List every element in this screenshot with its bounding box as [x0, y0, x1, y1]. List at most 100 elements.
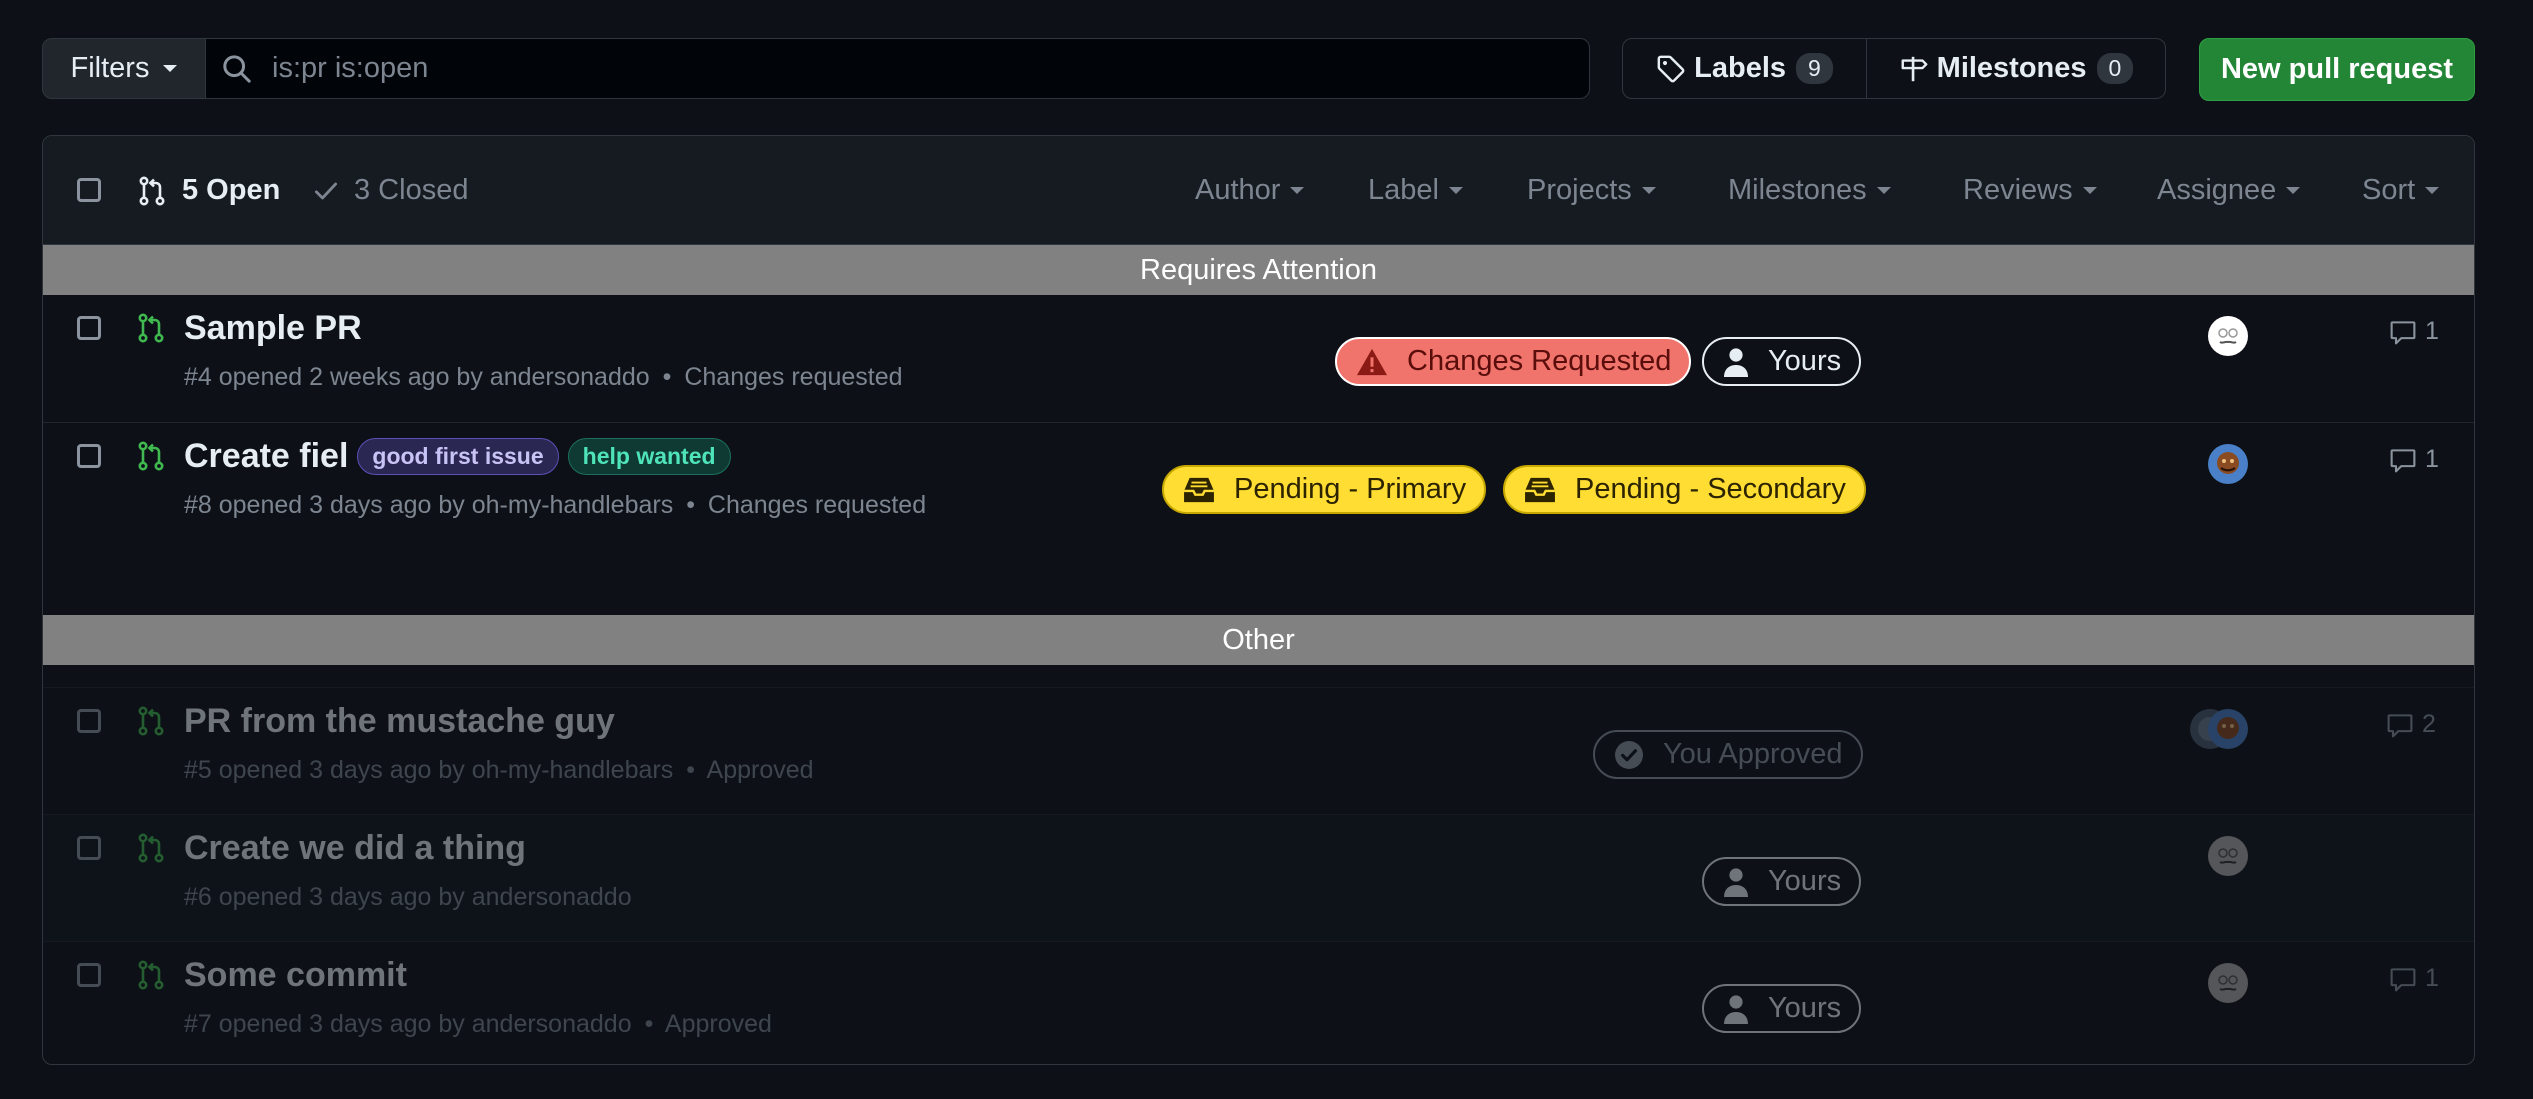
pull-request-row: Some commit #7 opened 3 days ago by ande… [43, 941, 2474, 1064]
changes-requested-badge-label: Changes Requested [1407, 345, 1672, 377]
section-title: Requires Attention [1140, 253, 1377, 286]
pull-request-icon [138, 313, 164, 343]
row-checkbox[interactable] [77, 316, 101, 340]
pr-title-link[interactable]: Sample PR [184, 309, 362, 348]
reviews-filter[interactable]: Reviews [1963, 174, 2097, 207]
pending-secondary-badge-label: Pending - Secondary [1575, 473, 1846, 505]
comment-icon [2390, 448, 2416, 472]
pr-meta-opened: #8 opened 3 days ago by oh-my-handlebars [184, 491, 674, 519]
avatar-image [2217, 717, 2239, 739]
comment-icon [2387, 713, 2413, 737]
pr-title-link[interactable]: PR from the mustache guy [184, 702, 615, 741]
label-help-wanted[interactable]: help wanted [567, 438, 731, 475]
comments-link[interactable]: 1 [2389, 317, 2439, 346]
closed-tab[interactable]: 3 Closed [312, 174, 468, 207]
row-checkbox[interactable] [77, 709, 101, 733]
chevron-down-icon [2286, 187, 2301, 194]
assignee-filter[interactable]: Assignee [2157, 174, 2301, 207]
chevron-down-icon [1641, 187, 1656, 194]
you-approved-badge-label: You Approved [1663, 738, 1843, 770]
milestones-button[interactable]: Milestones 0 [1867, 39, 2165, 98]
filters-button[interactable]: Filters [42, 38, 206, 99]
open-tab[interactable]: 5 Open [136, 174, 280, 207]
assignee-filter-label: Assignee [2157, 174, 2277, 206]
closed-tab-label: 3 Closed [354, 174, 469, 206]
changes-requested-badge: Changes Requested [1335, 337, 1692, 386]
avatar-image [2218, 328, 2238, 344]
section-header-other: Other [43, 615, 2474, 665]
avatar[interactable] [2208, 709, 2248, 749]
author-filter-label: Author [1195, 174, 1281, 206]
pull-request-list: 5 Open 3 Closed Author Label Projects Mi… [42, 135, 2475, 1065]
open-tab-label: 5 Open [182, 174, 281, 206]
inbox-icon [1184, 477, 1214, 502]
section-title: Other [1222, 623, 1295, 656]
labels-count-badge: 9 [1796, 53, 1833, 84]
comments-link[interactable]: 1 [2389, 964, 2439, 993]
row-checkbox[interactable] [77, 836, 101, 860]
row-checkbox[interactable] [77, 444, 101, 468]
search-field[interactable] [206, 38, 1590, 99]
row-checkbox[interactable] [77, 963, 101, 987]
check-circle-icon [1615, 740, 1643, 769]
avatar[interactable] [2208, 836, 2248, 876]
chevron-down-icon [1876, 187, 1891, 194]
labels-button-label: Labels [1694, 52, 1787, 84]
new-pull-request-button[interactable]: New pull request [2199, 38, 2475, 101]
pr-title-link[interactable]: Some commit [184, 956, 407, 995]
comments-link[interactable]: 2 [2386, 710, 2436, 739]
search-input[interactable] [270, 51, 1474, 86]
check-icon [314, 182, 338, 199]
pull-request-row: PR from the mustache guy #5 opened 3 day… [43, 687, 2474, 814]
pr-title-link[interactable]: Create we did a thing [184, 829, 526, 868]
label-filter[interactable]: Label [1368, 174, 1463, 207]
pull-request-icon [138, 833, 164, 863]
pr-review-status: Approved [664, 1010, 772, 1038]
reviews-filter-label: Reviews [1963, 174, 2073, 206]
pull-request-row: Create fiel good first issue help wanted… [43, 422, 2474, 550]
pr-meta: #7 opened 3 days ago by andersonaddo • A… [184, 1010, 772, 1039]
comment-count: 1 [2425, 964, 2439, 992]
milestones-button-label: Milestones [1936, 52, 2087, 84]
tag-icon [1657, 55, 1685, 82]
avatar[interactable] [2208, 963, 2248, 1003]
labels-button[interactable]: Labels 9 [1623, 39, 1867, 98]
projects-filter[interactable]: Projects [1527, 174, 1656, 207]
chevron-down-icon [163, 65, 178, 72]
person-icon [1724, 347, 1748, 377]
sort-filter[interactable]: Sort [2362, 174, 2440, 207]
person-icon [1724, 867, 1748, 897]
avatar[interactable] [2208, 444, 2248, 484]
author-filter[interactable]: Author [1195, 174, 1305, 207]
comment-count: 1 [2425, 445, 2439, 473]
milestone-icon [1901, 56, 1928, 81]
inbox-icon [1525, 477, 1555, 502]
avatar[interactable] [2208, 316, 2248, 356]
pull-request-icon [138, 441, 164, 471]
pr-meta: #6 opened 3 days ago by andersonaddo [184, 883, 632, 912]
sort-filter-label: Sort [2362, 174, 2416, 206]
chevron-down-icon [2082, 187, 2097, 194]
pr-title-line: PR from the mustache guy [184, 702, 615, 741]
label-filter-label: Label [1368, 174, 1439, 206]
pull-request-icon [139, 175, 165, 205]
yours-badge: Yours [1702, 984, 1862, 1033]
meta-separator: • [662, 363, 672, 391]
pull-request-icon [138, 960, 164, 990]
comment-count: 2 [2422, 710, 2436, 738]
milestones-filter[interactable]: Milestones [1728, 174, 1891, 207]
pr-meta: #5 opened 3 days ago by oh-my-handlebars… [184, 756, 814, 785]
pr-title-line: Create we did a thing [184, 829, 526, 868]
pr-title-line: Some commit [184, 956, 407, 995]
pull-request-icon [138, 706, 164, 736]
yours-badge-label: Yours [1768, 345, 1842, 377]
pr-title-link[interactable]: Create fiel [184, 437, 348, 476]
yours-badge-label: Yours [1768, 992, 1842, 1024]
pr-review-status: Changes requested [684, 363, 903, 391]
pr-meta-opened: #4 opened 2 weeks ago by andersonaddo [184, 363, 650, 391]
comments-link[interactable]: 1 [2389, 445, 2439, 474]
select-all-checkbox[interactable] [77, 178, 101, 202]
label-good-first-issue[interactable]: good first issue [357, 438, 559, 475]
section-header-requires-attention: Requires Attention [43, 245, 2474, 295]
pr-meta-opened: #7 opened 3 days ago by andersonaddo [184, 1010, 632, 1038]
